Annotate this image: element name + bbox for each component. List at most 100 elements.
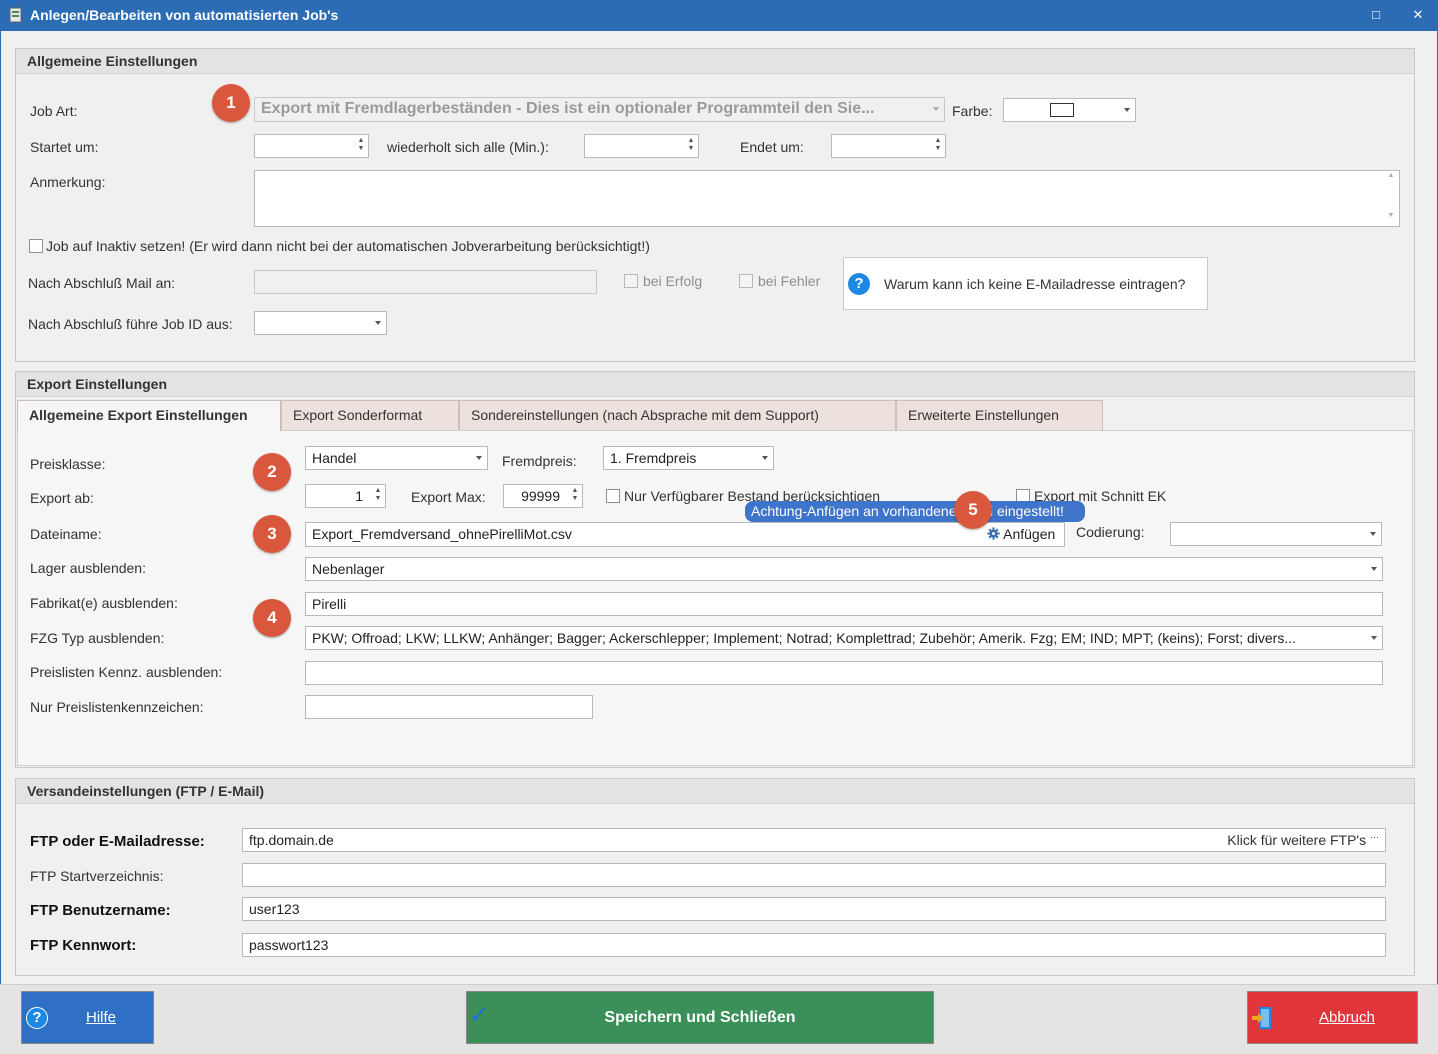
farbe-label: Farbe: [952,103,993,119]
ellipsis-icon: ··· [1370,832,1379,842]
ftp-more-link[interactable]: Klick für weitere FTP's ··· [1227,832,1379,848]
fabrikat-label: Fabrikat(e) ausblenden: [30,595,178,611]
preisklasse-select[interactable]: Handel [305,446,488,470]
close-button[interactable]: ✕ [1407,5,1429,25]
badge-4: 4 [253,599,291,637]
ftp-input[interactable]: ftp.domain.de Klick für weitere FTP's ··… [242,828,1386,852]
export-ab-input[interactable]: 1 ▲ ▼ [305,484,386,508]
spinner-icon[interactable]: ▲ ▼ [374,487,382,505]
scrollbar[interactable]: ▲ ▼ [1383,171,1399,226]
fremdpreis-label: Fremdpreis: [502,453,577,469]
ftp-value: ftp.domain.de [249,832,334,848]
start-dir-label: FTP Startverzeichnis: [30,868,164,884]
pass-label: FTP Kennwort: [30,937,137,954]
bei-erfolg-checkbox[interactable] [624,274,638,288]
startet-input[interactable]: ▲ ▼ [254,134,369,158]
farbe-select[interactable] [1003,98,1136,122]
pass-value: passwort123 [249,937,329,953]
preisklasse-value: Handel [312,450,357,466]
color-swatch [1050,103,1074,117]
spinner-icon[interactable]: ▲ ▼ [357,137,365,155]
save-button-label: Speichern und Schließen [604,1009,796,1026]
fzg-label: FZG Typ ausblenden: [30,630,165,646]
nur-preislisten-input[interactable] [305,695,593,719]
nur-verfuegbar-checkbox[interactable] [606,489,620,503]
chevron-down-icon [1124,108,1130,112]
export-settings-title: Export Einstellungen [27,376,168,392]
inaktiv-label: Job auf Inaktiv setzen! (Er wird dann ni… [46,238,650,254]
chevron-down-icon [762,456,768,460]
chevron-down-icon [1371,567,1377,571]
general-settings-title: Allgemeine Einstellungen [27,53,198,69]
maximize-button[interactable]: □ [1365,5,1387,25]
spinner-icon[interactable]: ▲ ▼ [571,487,579,505]
wiederholt-label: wiederholt sich alle (Min.): [387,139,549,155]
versand-settings-header: Versandeinstellungen (FTP / E-Mail) [16,779,1414,804]
fabrikat-input[interactable]: Pirelli [305,592,1383,616]
codierung-select[interactable] [1170,522,1382,546]
job-art-value: Export mit Fremdlagerbeständen - Dies is… [261,100,875,117]
tab-export-sonderformat[interactable]: Export Sonderformat [281,400,459,430]
export-max-label: Export Max: [411,489,486,505]
tab-sondereinstellungen[interactable]: Sondereinstellungen (nach Absprache mit … [459,400,896,430]
inaktiv-checkbox[interactable] [29,239,43,253]
anmerkung-label: Anmerkung: [30,174,106,190]
ftp-more-text: Klick für weitere FTP's [1227,832,1367,848]
export-settings-header: Export Einstellungen [16,372,1414,397]
codierung-label: Codierung: [1076,524,1145,540]
export-max-input[interactable]: 99999 ▲ ▼ [503,484,583,508]
chevron-down-icon [476,456,482,460]
job-art-label: Job Art: [30,103,78,119]
general-settings-header: Allgemeine Einstellungen [16,49,1414,74]
mail-input[interactable] [254,270,597,294]
job-art-select[interactable]: Export mit Fremdlagerbeständen - Dies is… [254,97,945,122]
cancel-button-label: Abbruch [1319,1009,1375,1026]
preisklasse-label: Preisklasse: [30,456,106,472]
window-title: Anlegen/Bearbeiten von automatisierten J… [30,7,339,23]
pass-input[interactable]: passwort123 [242,933,1386,957]
start-dir-input[interactable] [242,863,1386,887]
anmerkung-textarea[interactable]: ▲ ▼ [254,170,1400,227]
badge-5: 5 [954,491,992,529]
dateiname-input[interactable]: Export_Fremdversand_ohnePirelliMot.csv [305,522,1065,547]
tab-erweiterte-einstellungen[interactable]: Erweiterte Einstellungen [896,400,1103,430]
fremdpreis-select[interactable]: 1. Fremdpreis [603,446,774,470]
anfuegen-warning-tooltip: Achtung-Anfügen an vorhandene Datei eing… [745,501,1085,522]
chevron-down-icon [1370,532,1376,536]
job-id-select[interactable] [254,311,387,335]
preislisten-input[interactable] [305,661,1383,685]
save-button[interactable]: ✓ Speichern und Schließen [466,991,934,1044]
bei-fehler-checkbox[interactable] [739,274,753,288]
user-value: user123 [249,901,300,917]
fremdpreis-value: 1. Fremdpreis [610,450,697,466]
job-id-label: Nach Abschluß führe Job ID aus: [28,316,233,332]
nur-preislisten-label: Nur Preislistenkennzeichen: [30,699,204,715]
endet-input[interactable]: ▲ ▼ [831,134,946,158]
question-circle-icon: ? [848,273,870,295]
help-button-label: Hilfe [86,1009,117,1026]
spinner-icon[interactable]: ▲ ▼ [934,137,942,155]
dateiname-value: Export_Fremdversand_ohnePirelliMot.csv [312,526,572,542]
spinner-icon[interactable]: ▲ ▼ [687,137,695,155]
fzg-select[interactable]: PKW; Offroad; LKW; LLKW; Anhänger; Bagge… [305,626,1383,650]
help-button[interactable]: ? Hilfe [21,991,154,1044]
export-ab-value: 1 [355,488,363,504]
chevron-down-icon [375,321,381,325]
user-input[interactable]: user123 [242,897,1386,921]
ftp-label: FTP oder E-Mailadresse: [30,833,205,850]
mail-label: Nach Abschluß Mail an: [28,275,176,291]
lager-select[interactable]: Nebenlager [305,557,1383,581]
endet-label: Endet um: [740,139,804,155]
export-ab-label: Export ab: [30,490,94,506]
why-mail-help-box[interactable]: ? Warum kann ich keine E-Mailadresse ein… [843,257,1208,310]
wiederholt-input[interactable]: ▲ ▼ [584,134,699,158]
anfuegen-label: Anfügen [1003,526,1056,542]
lager-label: Lager ausblenden: [30,560,146,576]
app-icon [9,7,22,23]
cancel-button[interactable]: Abbruch [1247,991,1418,1044]
export-max-value: 99999 [521,488,560,504]
exit-door-icon [1252,1007,1271,1029]
title-bar: Anlegen/Bearbeiten von automatisierten J… [0,0,1438,31]
anfuegen-button[interactable]: Anfügen [987,526,1055,544]
tab-allgemeine-export[interactable]: Allgemeine Export Einstellungen [17,400,281,431]
